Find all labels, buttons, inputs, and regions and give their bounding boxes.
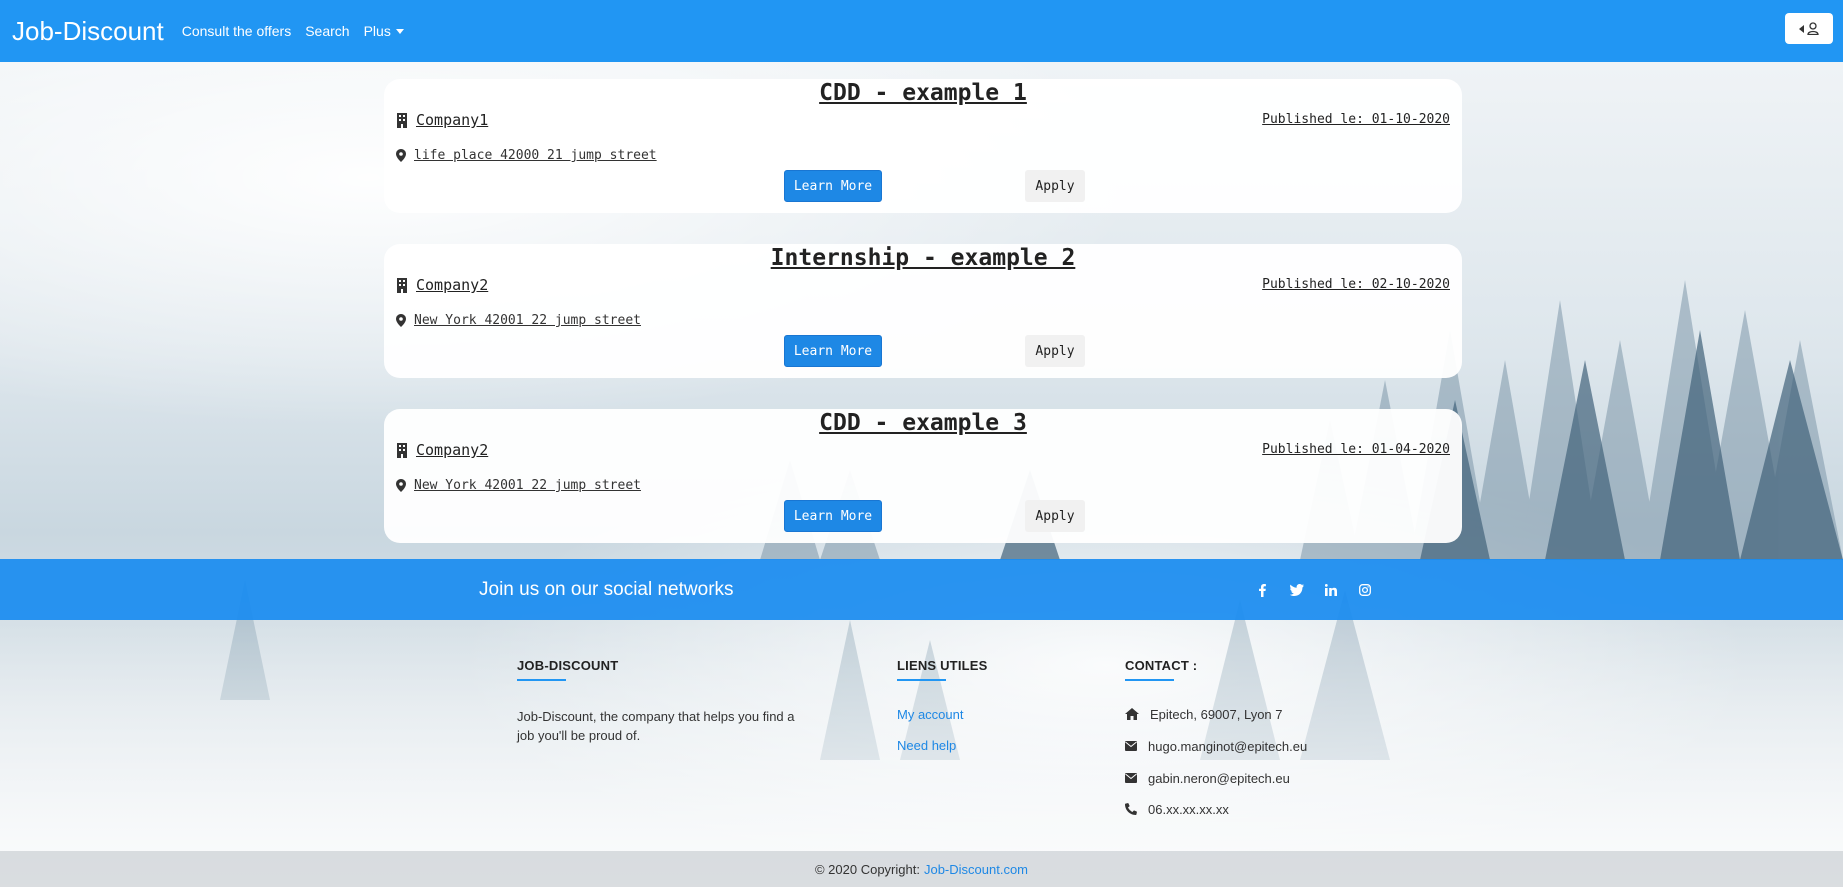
envelope-icon bbox=[1125, 773, 1137, 783]
nav-plus-label: Plus bbox=[363, 23, 391, 39]
apply-button[interactable]: Apply bbox=[1025, 500, 1085, 532]
footer-contact-column: CONTACT : Epitech, 69007, Lyon 7 hugo.ma… bbox=[1125, 658, 1307, 817]
footer-contact-title: CONTACT : bbox=[1125, 658, 1198, 673]
map-marker-icon bbox=[396, 314, 406, 327]
apply-button[interactable]: Apply bbox=[1025, 170, 1085, 202]
copyright-link[interactable]: Job-Discount.com bbox=[924, 862, 1028, 877]
offer-title[interactable]: CDD - example 3 bbox=[384, 409, 1462, 437]
address-text: New York 42001 22 jump street bbox=[414, 313, 641, 328]
facebook-icon[interactable] bbox=[1254, 582, 1271, 598]
contact-phone: 06.xx.xx.xx.xx bbox=[1125, 801, 1307, 817]
apply-button[interactable]: Apply bbox=[1025, 335, 1085, 367]
footer-about-column: JOB-DISCOUNT Job-Discount, the company t… bbox=[517, 658, 807, 745]
user-menu-button[interactable] bbox=[1785, 13, 1833, 44]
building-icon bbox=[397, 112, 407, 128]
phone-icon bbox=[1125, 803, 1137, 815]
nav-search[interactable]: Search bbox=[305, 23, 349, 39]
top-navbar: Job-Discount Consult the offers Search P… bbox=[0, 0, 1843, 62]
footer-links-title: LIENS UTILES bbox=[897, 658, 988, 673]
footer-about-text: Job-Discount, the company that helps you… bbox=[517, 709, 795, 743]
chevron-down-icon bbox=[395, 29, 404, 34]
linkedin-icon[interactable] bbox=[1322, 582, 1339, 598]
social-networks-band: Join us on our social networks bbox=[0, 559, 1843, 620]
contact-email-2: gabin.neron@epitech.eu bbox=[1125, 770, 1307, 786]
envelope-icon bbox=[1125, 741, 1137, 751]
published-date: Published le: 01-10-2020 bbox=[1262, 112, 1450, 127]
offer-title[interactable]: Internship - example 2 bbox=[384, 244, 1462, 272]
company-name: Company2 bbox=[416, 276, 489, 294]
user-icon bbox=[1807, 22, 1819, 35]
nav-plus-dropdown[interactable]: Plus bbox=[364, 23, 404, 39]
twitter-icon[interactable] bbox=[1288, 582, 1305, 598]
address-text: life place 42000 21 jump street bbox=[414, 148, 657, 163]
building-icon bbox=[397, 277, 407, 293]
building-icon bbox=[397, 442, 407, 458]
learn-more-button[interactable]: Learn More bbox=[784, 500, 882, 532]
footer-links-column: LIENS UTILES My account Need help bbox=[897, 658, 988, 753]
social-icons bbox=[1254, 582, 1373, 598]
offer-address[interactable]: life place 42000 21 jump street bbox=[396, 148, 657, 163]
offer-company[interactable]: Company1 bbox=[396, 111, 488, 129]
contact-email-1-text: hugo.manginot@epitech.eu bbox=[1148, 738, 1308, 754]
nav-consult-offers[interactable]: Consult the offers bbox=[182, 23, 291, 39]
map-marker-icon bbox=[396, 479, 406, 492]
contact-address: Epitech, 69007, Lyon 7 bbox=[1125, 706, 1307, 722]
learn-more-button[interactable]: Learn More bbox=[784, 335, 882, 367]
contact-email-1: hugo.manginot@epitech.eu bbox=[1125, 738, 1307, 754]
title-underline bbox=[897, 679, 946, 681]
offer-card: CDD - example 3 Company2 Published le: 0… bbox=[384, 409, 1462, 543]
social-heading: Join us on our social networks bbox=[479, 579, 734, 600]
copyright-bar: © 2020 Copyright: Job-Discount.com bbox=[0, 851, 1843, 887]
home-icon bbox=[1125, 708, 1139, 720]
footer-about-title: JOB-DISCOUNT bbox=[517, 658, 619, 673]
published-date: Published le: 01-04-2020 bbox=[1262, 442, 1450, 457]
title-underline bbox=[517, 679, 566, 681]
title-underline bbox=[1125, 679, 1174, 681]
contact-phone-text: 06.xx.xx.xx.xx bbox=[1148, 801, 1229, 817]
company-name: Company2 bbox=[416, 441, 489, 459]
offer-company[interactable]: Company2 bbox=[396, 276, 488, 294]
offer-card: Internship - example 2 Company2 Publishe… bbox=[384, 244, 1462, 378]
offer-card: CDD - example 1 Company1 Published le: 0… bbox=[384, 79, 1462, 213]
instagram-icon[interactable] bbox=[1356, 582, 1373, 598]
offers-list: CDD - example 1 Company1 Published le: 0… bbox=[384, 79, 1462, 574]
link-need-help[interactable]: Need help bbox=[897, 738, 988, 753]
company-name: Company1 bbox=[416, 111, 489, 129]
footer: JOB-DISCOUNT Job-Discount, the company t… bbox=[0, 620, 1843, 851]
contact-address-text: Epitech, 69007, Lyon 7 bbox=[1150, 706, 1283, 722]
offer-company[interactable]: Company2 bbox=[396, 441, 488, 459]
copyright-text: © 2020 Copyright: bbox=[814, 861, 920, 877]
brand-logo[interactable]: Job-Discount bbox=[12, 16, 164, 47]
contact-email-2-text: gabin.neron@epitech.eu bbox=[1148, 770, 1290, 786]
offer-address[interactable]: New York 42001 22 jump street bbox=[396, 313, 641, 328]
offer-address[interactable]: New York 42001 22 jump street bbox=[396, 478, 641, 493]
address-text: New York 42001 22 jump street bbox=[414, 478, 641, 493]
offer-title[interactable]: CDD - example 1 bbox=[384, 79, 1462, 107]
link-my-account[interactable]: My account bbox=[897, 707, 988, 722]
caret-left-icon bbox=[1799, 24, 1804, 33]
map-marker-icon bbox=[396, 149, 406, 162]
learn-more-button[interactable]: Learn More bbox=[784, 170, 882, 202]
published-date: Published le: 02-10-2020 bbox=[1262, 277, 1450, 292]
